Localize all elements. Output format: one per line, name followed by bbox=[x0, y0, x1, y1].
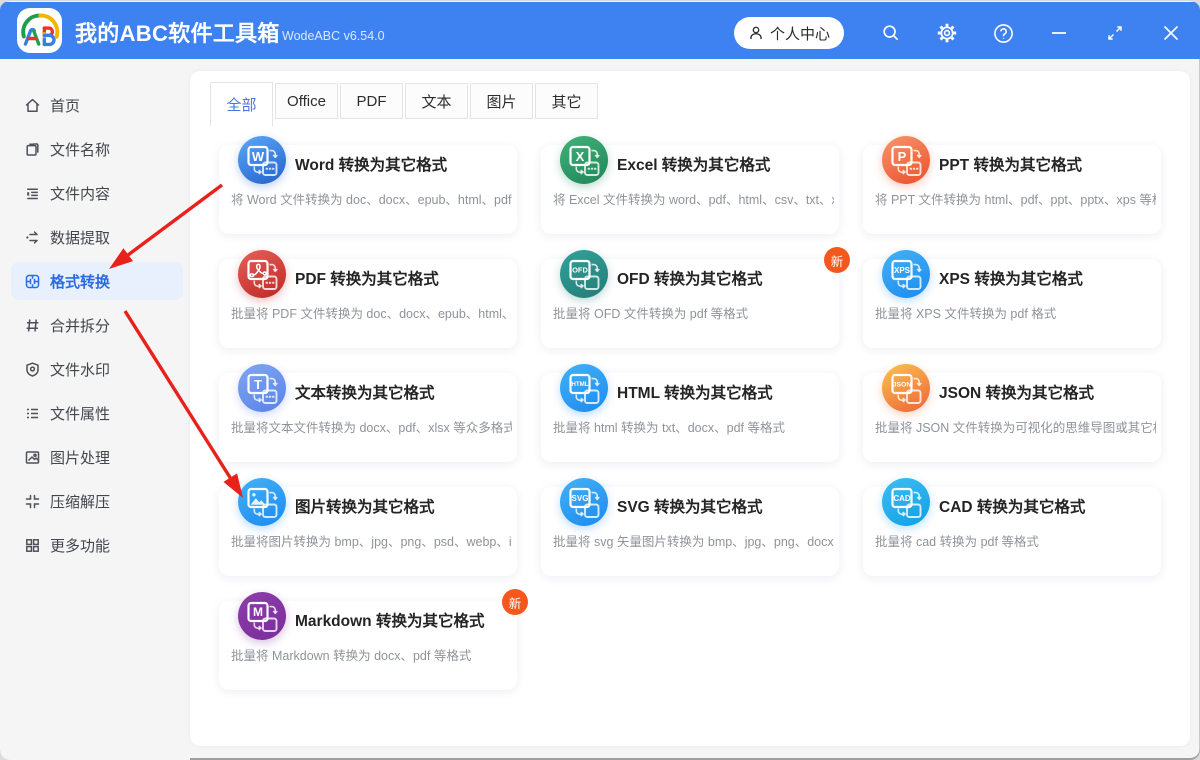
svg-text:HTML: HTML bbox=[571, 381, 588, 388]
svg-text:T: T bbox=[254, 377, 262, 392]
svg-text:SVG: SVG bbox=[572, 494, 589, 503]
svg-text:X: X bbox=[576, 149, 585, 164]
svg-text:P: P bbox=[898, 149, 907, 164]
svg-text:XPS: XPS bbox=[894, 266, 911, 275]
svg-text:CAD: CAD bbox=[893, 494, 911, 503]
svg-text:JSON: JSON bbox=[893, 381, 912, 388]
svg-text:M: M bbox=[253, 605, 263, 619]
svg-text:W: W bbox=[252, 149, 265, 164]
svg-text:OFD: OFD bbox=[572, 266, 588, 275]
